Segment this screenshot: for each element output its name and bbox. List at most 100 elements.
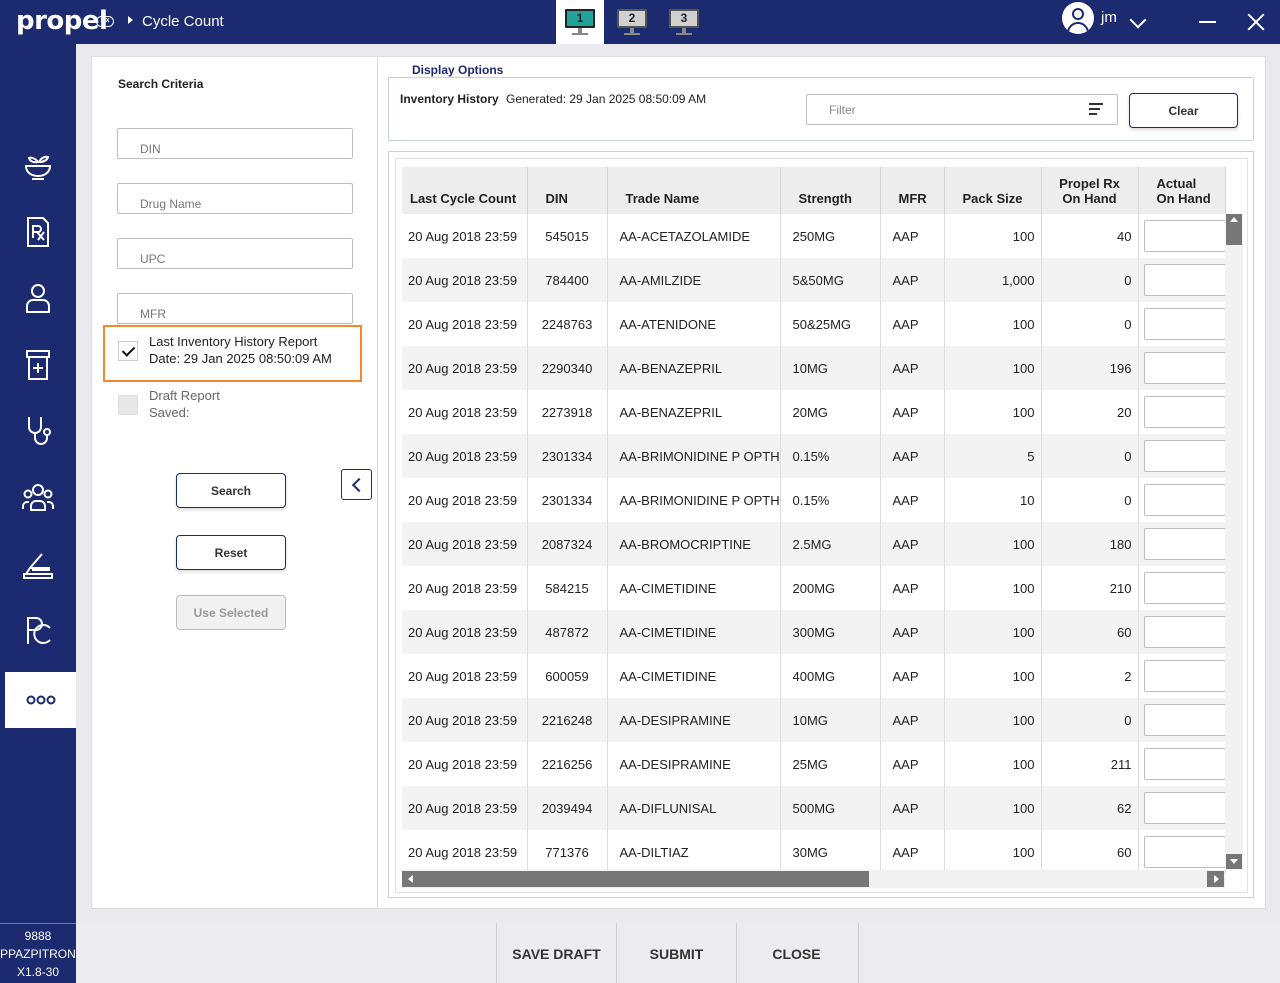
table-row[interactable]: 20 Aug 2018 23:59 2301334 AA-BRIMONIDINE P… [402,434,1226,478]
bottom-action-bar: SAVE DRAFT SUBMIT CLOSE [76,923,1280,983]
actual-on-hand-input[interactable] [1143,704,1224,736]
actual-on-hand-input[interactable] [1143,836,1224,868]
actual-on-hand-input[interactable] [1143,616,1224,648]
din-input[interactable] [117,128,353,159]
table-row[interactable]: 20 Aug 2018 23:59 2290340 AA-BENAZEPRIL 10M… [402,346,1226,390]
table-row[interactable]: 20 Aug 2018 23:59 784400 AA-AMILZIDE 5&50MG… [402,258,1226,302]
scroll-right-button[interactable] [1207,871,1224,887]
vertical-scrollbar[interactable] [1225,214,1243,869]
use-selected-button[interactable]: Use Selected [176,595,286,630]
col-strength[interactable]: Strength [780,167,881,214]
user-menu-chevron-icon[interactable] [1129,11,1147,29]
nav-compounding[interactable] [0,138,76,194]
screen-2-button[interactable]: 2 [608,0,656,44]
table-row[interactable]: 20 Aug 2018 23:59 545015 AA-ACETAZOLAMIDE 2… [402,214,1226,258]
cell-actual-on-hand [1138,786,1226,830]
search-criteria-title: Search Criteria [118,77,204,91]
table-row[interactable]: 20 Aug 2018 23:59 2273918 AA-BENAZEPRIL 20M… [402,390,1226,434]
nav-clinical[interactable] [0,403,76,459]
table-row[interactable]: 20 Aug 2018 23:59 2301334 AA-BRIMONIDINE P… [402,478,1226,522]
vertical-scroll-thumb[interactable] [1226,214,1242,245]
upc-input[interactable] [117,238,353,269]
filter-lines-icon[interactable] [1089,103,1103,115]
nav-inventory[interactable] [0,337,76,393]
last-report-checkbox[interactable] [118,341,138,361]
col-trade-name[interactable]: Trade Name [607,167,781,214]
close-button[interactable]: CLOSE [736,923,856,983]
user-name[interactable]: jm [1101,9,1117,26]
nav-prescriptions[interactable] [0,204,76,260]
actual-on-hand-input[interactable] [1143,528,1224,560]
cell-actual-on-hand [1138,346,1226,390]
table-row[interactable]: 20 Aug 2018 23:59 600059 AA-CIMETIDINE 400M… [402,654,1226,698]
submit-button[interactable]: SUBMIT [616,923,736,983]
actual-on-hand-input[interactable] [1143,572,1224,604]
actual-on-hand-input[interactable] [1143,792,1224,824]
nav-more[interactable] [5,672,76,728]
nav-patients[interactable] [0,270,76,326]
cell-actual-on-hand [1138,522,1226,566]
nav-groups[interactable] [0,469,76,525]
reset-button[interactable]: Reset [176,535,286,570]
col-mfr[interactable]: MFR [880,167,945,214]
table-row[interactable]: 20 Aug 2018 23:59 2216248 AA-DESIPRAMINE 10… [402,698,1226,742]
col-last-cycle[interactable]: Last Cycle Count [402,167,528,214]
cell-last-cycle: 20 Aug 2018 23:59 [402,830,528,874]
cell-mfr: AAP [880,346,945,390]
cell-strength: 20MG [780,390,881,434]
col-propel-on-hand[interactable]: Propel Rx On Hand [1041,167,1139,214]
cell-pack-size: 100 [944,522,1042,566]
actual-on-hand-input[interactable] [1143,264,1224,296]
search-button[interactable]: Search [176,473,286,508]
actual-on-hand-input[interactable] [1143,220,1224,252]
actual-on-hand-input[interactable] [1143,748,1224,780]
cell-propel-on-hand: 196 [1041,346,1139,390]
actual-on-hand-input[interactable] [1143,352,1224,384]
filter-input[interactable] [806,94,1118,125]
table-row[interactable]: 20 Aug 2018 23:59 487872 AA-CIMETIDINE 300M… [402,610,1226,654]
actual-on-hand-input[interactable] [1143,484,1224,516]
collapse-panel-button[interactable] [341,469,372,500]
close-window-button[interactable] [1246,12,1266,32]
nav-pc[interactable] [0,602,76,658]
minimize-button[interactable] [1199,21,1216,23]
cell-mfr: AAP [880,258,945,302]
bottom-separator [858,923,859,983]
user-avatar-icon[interactable] [1062,2,1094,34]
col-pack-size[interactable]: Pack Size [944,167,1042,214]
screen-1-button[interactable]: 1 [556,0,604,44]
display-options-legend: Display Options [404,63,512,77]
scroll-down-button[interactable] [1226,854,1242,869]
display-panel: Display Options Inventory History Genera… [377,56,1266,909]
app-logo: propel [16,6,108,36]
mfr-input[interactable] [117,293,353,324]
cell-trade-name: AA-DESIPRAMINE [607,742,781,786]
draft-report-checkbox[interactable] [118,395,138,415]
table-row[interactable]: 20 Aug 2018 23:59 2039494 AA-DIFLUNISAL 500… [402,786,1226,830]
clear-button[interactable]: Clear [1129,93,1238,128]
station-line-3: X1.8-30 [16,965,60,979]
table-row[interactable]: 20 Aug 2018 23:59 2248763 AA-ATENIDONE 50&2… [402,302,1226,346]
actual-on-hand-input[interactable] [1143,308,1224,340]
save-draft-button[interactable]: SAVE DRAFT [496,923,616,983]
screen-3-button[interactable]: 3 [660,0,708,44]
table-row[interactable]: 20 Aug 2018 23:59 771376 AA-DILTIAZ 30MG AAP… [402,830,1226,874]
actual-on-hand-input[interactable] [1143,660,1224,692]
cell-last-cycle: 20 Aug 2018 23:59 [402,566,528,610]
table-row[interactable]: 20 Aug 2018 23:59 2087324 AA-BROMOCRIPTINE… [402,522,1226,566]
group-icon [22,484,54,511]
horizontal-scroll-thumb[interactable] [402,871,869,887]
table-row[interactable]: 20 Aug 2018 23:59 2216256 AA-DESIPRAMINE 25… [402,742,1226,786]
top-bar: propel Rx Cycle Count 1 2 3 jm [0,0,1280,44]
cell-actual-on-hand [1138,214,1226,258]
nav-counting[interactable] [0,536,76,592]
cell-strength: 250MG [780,214,881,258]
table-row[interactable]: 20 Aug 2018 23:59 584215 AA-CIMETIDINE 200M… [402,566,1226,610]
col-din[interactable]: DIN [527,167,608,214]
horizontal-scrollbar[interactable] [402,870,1225,888]
actual-on-hand-input[interactable] [1143,396,1224,428]
col-actual-on-hand[interactable]: Actual On Hand [1138,167,1226,214]
drug-name-input[interactable] [117,183,353,214]
cell-actual-on-hand [1138,698,1226,742]
actual-on-hand-input[interactable] [1143,440,1224,472]
